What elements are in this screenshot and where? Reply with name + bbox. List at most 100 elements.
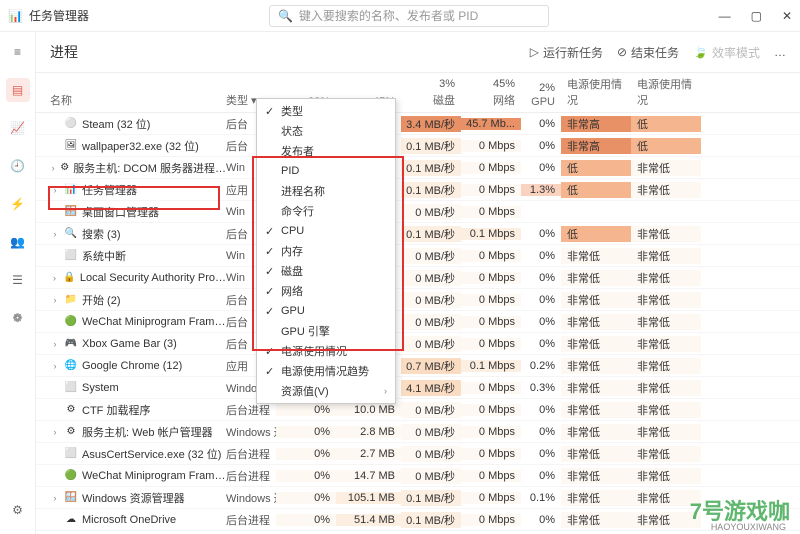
col-name[interactable]: 名称 — [36, 92, 226, 108]
minimize-button[interactable]: — — [719, 9, 731, 23]
cell-power-trend: 非常低 — [631, 336, 701, 352]
cell-net: 0 Mbps — [461, 404, 521, 416]
process-name: 任务管理器 — [82, 182, 137, 198]
menu-item[interactable]: PID — [257, 161, 395, 181]
maximize-button[interactable]: ▢ — [751, 9, 762, 23]
table-row[interactable]: ⬜系统中断Win0 MB/秒0 Mbps0%非常低非常低 — [36, 245, 800, 267]
table-row[interactable]: ›⚙服务主机: DCOM 服务器进程…Win0.1 MB/秒0 Mbps0%低非… — [36, 157, 800, 179]
cell-disk: 0 MB/秒 — [401, 468, 461, 484]
table-row[interactable]: ›🪟Windows 资源管理器Windows 进程0%105.1 MB0.1 M… — [36, 487, 800, 509]
expand-icon[interactable]: › — [50, 295, 60, 305]
check-icon: ✓ — [265, 305, 281, 318]
table-row[interactable]: ›🔍搜索 (3)后台0.1 MB/秒0.1 Mbps0%低非常低 — [36, 223, 800, 245]
col-power-trend[interactable]: 电源使用情况 — [631, 76, 701, 108]
menu-item[interactable]: ✓网络 — [257, 281, 395, 301]
table-row[interactable]: 🪟桌面窗口管理器Win0 MB/秒0 Mbps — [36, 201, 800, 223]
menu-item[interactable]: ✓类型 — [257, 101, 395, 121]
sidebar-startup[interactable]: ⚡ — [6, 192, 30, 216]
sidebar-users[interactable]: 👥 — [6, 230, 30, 254]
menu-item[interactable]: ✓GPU — [257, 301, 395, 321]
process-name: Steam (32 位) — [82, 116, 150, 132]
sidebar-details[interactable]: ☰ — [6, 268, 30, 292]
col-net[interactable]: 45%网络 — [461, 78, 521, 108]
table-body[interactable]: ⚪Steam (32 位)后台3.4 MB/秒45.7 Mb...0%非常高低🖼… — [36, 113, 800, 534]
col-disk[interactable]: 3%磁盘 — [401, 78, 461, 108]
sidebar-history[interactable]: 🕘 — [6, 154, 30, 178]
sidebar-services[interactable]: ❁ — [6, 306, 30, 330]
table-row[interactable]: ⬜SystemWindows 进程0%4.1 MB/秒0 Mbps0.3%非常低… — [36, 377, 800, 399]
table-row[interactable]: ›⚙服务主机: Web 帐户管理器Windows 进程0%2.8 MB0 MB/… — [36, 421, 800, 443]
cell-net: 0 Mbps — [461, 206, 521, 218]
cell-net: 0 Mbps — [461, 250, 521, 262]
cell-net: 0 Mbps — [461, 492, 521, 504]
sidebar-processes[interactable]: ▤ — [6, 78, 30, 102]
cell-disk: 0.1 MB/秒 — [401, 512, 461, 528]
search-box[interactable]: 🔍 键入要搜索的名称、发布者或 PID — [269, 5, 549, 27]
menu-item[interactable]: GPU 引擎 — [257, 321, 395, 341]
cell-power: 低 — [561, 226, 631, 242]
expand-icon[interactable]: › — [50, 229, 60, 239]
cell-power-trend: 非常低 — [631, 446, 701, 462]
table-row[interactable]: ⚙CTF 加载程序后台进程0%10.0 MB0 MB/秒0 Mbps0%非常低非… — [36, 399, 800, 421]
expand-icon[interactable]: › — [50, 493, 60, 503]
menu-label: 资源值(V) — [281, 383, 384, 399]
cell-power: 非常低 — [561, 380, 631, 396]
table-row[interactable]: ›🌐Google Chrome (12)应用0.7 MB/秒0.1 Mbps0.… — [36, 355, 800, 377]
menu-item[interactable]: ✓CPU — [257, 221, 395, 241]
menu-item[interactable]: 资源值(V)› — [257, 381, 395, 401]
menu-label: 状态 — [281, 123, 387, 139]
table-row[interactable]: ›📁开始 (2)后台0 MB/秒0 Mbps0%非常低非常低 — [36, 289, 800, 311]
content-header: 进程 ▷ 运行新任务 ⊘ 结束任务 🍃 效率模式 … — [36, 32, 800, 73]
expand-icon[interactable]: › — [50, 185, 60, 195]
menu-item[interactable]: ✓磁盘 — [257, 261, 395, 281]
expand-icon[interactable]: › — [50, 339, 60, 349]
menu-item[interactable]: 命令行 — [257, 201, 395, 221]
sidebar-settings[interactable]: ⚙ — [6, 498, 30, 522]
expand-icon[interactable]: › — [50, 163, 56, 173]
col-power[interactable]: 电源使用情况 — [561, 76, 631, 108]
sidebar-menu[interactable]: ≡ — [6, 40, 30, 64]
process-icon: 🟢 — [64, 315, 78, 329]
cell-power: 低 — [561, 160, 631, 176]
menu-label: 磁盘 — [281, 263, 387, 279]
cell-net: 0.1 Mbps — [461, 360, 521, 372]
table-row[interactable]: ›🎮Xbox Game Bar (3)后台0 MB/秒0 Mbps0%非常低非常… — [36, 333, 800, 355]
table-row[interactable]: ☁Microsoft OneDrive后台进程0%51.4 MB0.1 MB/秒… — [36, 509, 800, 531]
cell-net: 0 Mbps — [461, 448, 521, 460]
eff-mode-button[interactable]: 🍃 效率模式 — [693, 44, 760, 61]
menu-item[interactable]: 发布者 — [257, 141, 395, 161]
table-row[interactable]: ›🔒Local Security Authority Pro…Win0 MB/秒… — [36, 267, 800, 289]
expand-icon[interactable]: › — [50, 273, 59, 283]
column-context-menu[interactable]: ✓类型状态发布者PID进程名称命令行✓CPU✓内存✓磁盘✓网络✓GPUGPU 引… — [256, 98, 396, 404]
expand-icon[interactable]: › — [50, 361, 60, 371]
close-button[interactable]: ✕ — [782, 9, 792, 23]
cell-net: 0 Mbps — [461, 140, 521, 152]
process-name: 开始 (2) — [82, 292, 121, 308]
process-icon: ⚙ — [60, 161, 69, 175]
cell-mem: 51.4 MB — [336, 514, 401, 526]
process-icon: ⚙ — [64, 403, 78, 417]
end-task-button[interactable]: ⊘ 结束任务 — [617, 44, 679, 61]
sidebar-performance[interactable]: 📈 — [6, 116, 30, 140]
cell-type: 后台进程 — [226, 446, 276, 462]
check-icon: ✓ — [265, 245, 281, 258]
table-row[interactable]: ›📊任务管理器应用0.1 MB/秒0 Mbps1.3%低非常低 — [36, 179, 800, 201]
table-row[interactable]: ⚪Steam (32 位)后台3.4 MB/秒45.7 Mb...0%非常高低 — [36, 113, 800, 135]
expand-icon[interactable]: › — [50, 427, 60, 437]
col-gpu[interactable]: 2%GPU — [521, 82, 561, 108]
menu-item[interactable]: 进程名称 — [257, 181, 395, 201]
cell-power: 非常低 — [561, 336, 631, 352]
menu-item[interactable]: ✓内存 — [257, 241, 395, 261]
menu-item[interactable]: ✓电源使用情况趋势 — [257, 361, 395, 381]
more-button[interactable]: … — [774, 45, 786, 59]
menu-item[interactable]: ✓电源使用情况 — [257, 341, 395, 361]
table-row[interactable]: 🟢WeChat Miniprogram Fram…后台进程0%14.7 MB0 … — [36, 465, 800, 487]
table-row[interactable]: ⬜AsusCertService.exe (32 位)后台进程0%2.7 MB0… — [36, 443, 800, 465]
cell-power-trend: 非常低 — [631, 314, 701, 330]
menu-item[interactable]: 状态 — [257, 121, 395, 141]
table-row[interactable]: 🖼wallpaper32.exe (32 位)后台0.1 MB/秒0 Mbps0… — [36, 135, 800, 157]
cell-cpu: 0% — [276, 492, 336, 504]
run-new-task-button[interactable]: ▷ 运行新任务 — [530, 44, 603, 61]
process-icon: 🪟 — [64, 491, 78, 505]
table-row[interactable]: 🟢WeChat Miniprogram Fram…后台0 MB/秒0 Mbps0… — [36, 311, 800, 333]
